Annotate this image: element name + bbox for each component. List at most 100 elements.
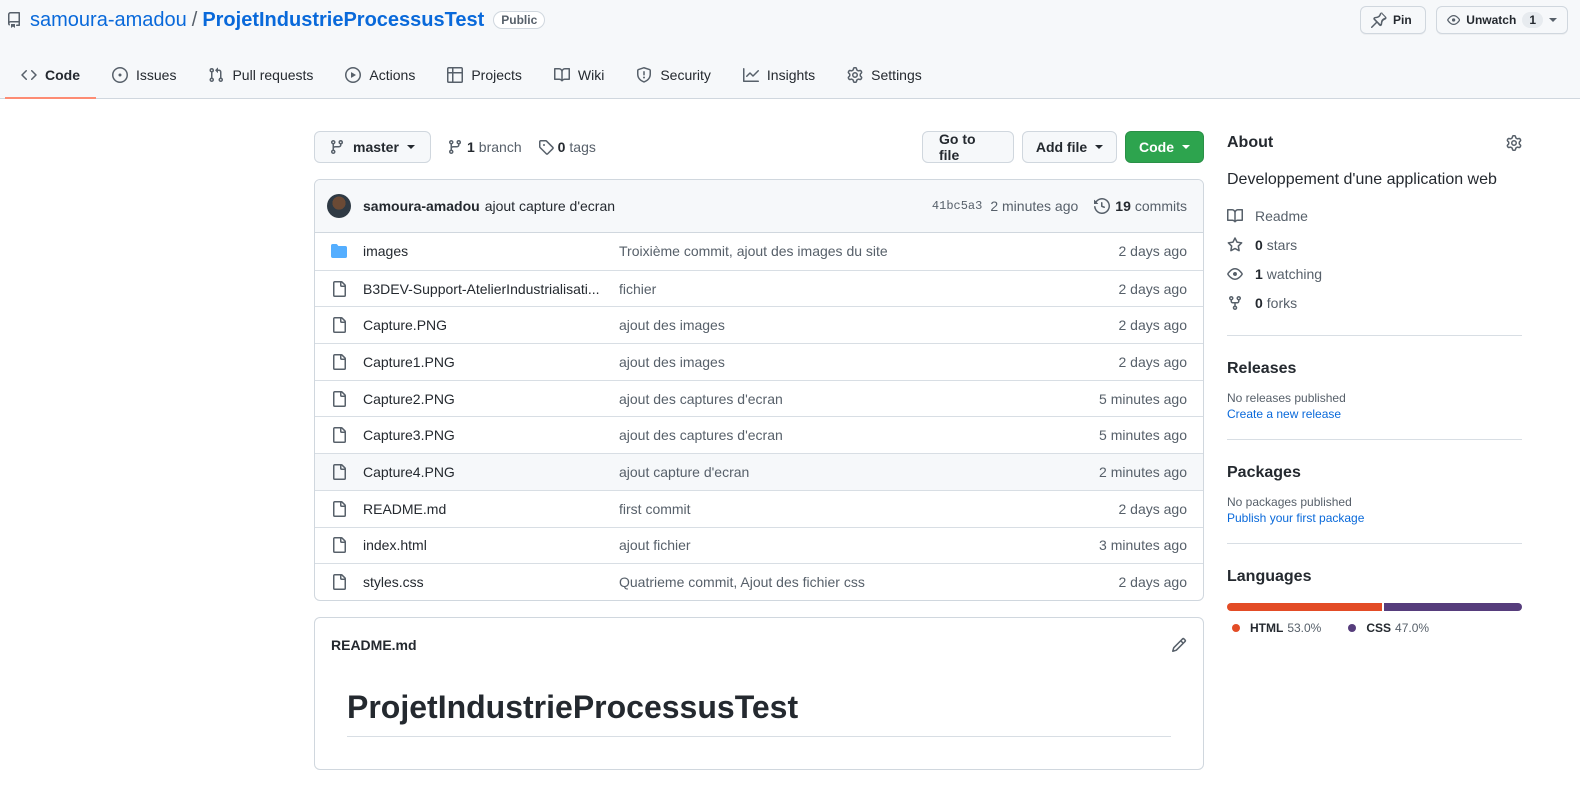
- tab-issues[interactable]: Issues: [96, 50, 192, 99]
- file-row[interactable]: README.md first commit 2 days ago: [315, 489, 1203, 527]
- file-commit-date: 2 days ago: [1118, 243, 1188, 260]
- file-commit-date: 2 days ago: [1118, 353, 1188, 370]
- file-commit-message-link[interactable]: ajout des captures d'ecran: [619, 391, 1099, 407]
- file-name-link[interactable]: Capture2.PNG: [363, 391, 603, 407]
- file-name-link[interactable]: index.html: [363, 537, 603, 553]
- unwatch-button[interactable]: Unwatch 1: [1436, 6, 1568, 34]
- tab-security[interactable]: Security: [620, 50, 727, 99]
- tab-wiki[interactable]: Wiki: [538, 50, 620, 99]
- readme-body: ProjetIndustrieProcessusTest: [315, 672, 1203, 738]
- commits-history-link[interactable]: 19 commits: [1094, 198, 1187, 214]
- readme-link[interactable]: Readme: [1227, 201, 1522, 230]
- file-commit-message-link[interactable]: Troixième commit, ajout des images du si…: [619, 243, 1119, 259]
- file-name-link[interactable]: README.md: [363, 501, 603, 517]
- tab-projects[interactable]: Projects: [431, 50, 538, 99]
- file-row[interactable]: index.html ajout fichier 3 minutes ago: [315, 526, 1203, 564]
- create-release-link[interactable]: Create a new release: [1227, 407, 1522, 421]
- file-commit-message-link[interactable]: ajout des images: [619, 317, 1119, 333]
- language-item-html[interactable]: HTML 53.0%: [1232, 621, 1321, 635]
- file-commit-message-link[interactable]: first commit: [619, 501, 1119, 517]
- file-row[interactable]: B3DEV-Support-AtelierIndustrialisati... f…: [315, 269, 1203, 307]
- readme-filename-link[interactable]: README.md: [331, 637, 417, 653]
- repo-sidebar: About Developpement d'une application we…: [1227, 131, 1522, 635]
- file-name-link[interactable]: Capture4.PNG: [363, 464, 603, 480]
- publish-package-link[interactable]: Publish your first package: [1227, 511, 1522, 525]
- file-name-link[interactable]: Capture1.PNG: [363, 354, 603, 370]
- file-navigation: master 1 branch 0 tags Go to file Add fi…: [314, 131, 1204, 163]
- about-list: Readme 0 stars 1 watching 0 forks: [1227, 201, 1522, 317]
- watchers-link[interactable]: 1 watching: [1227, 259, 1522, 288]
- branch-select-button[interactable]: master: [314, 131, 431, 163]
- about-description: Developpement d'une application web: [1227, 171, 1497, 188]
- file-row[interactable]: styles.css Quatrieme commit, Ajout des fi…: [315, 563, 1203, 600]
- go-to-file-button[interactable]: Go to file: [922, 131, 1014, 163]
- file-icon: [331, 463, 347, 480]
- tab-pull-requests[interactable]: Pull requests: [192, 50, 329, 99]
- file-commit-date: 2 minutes ago: [1099, 463, 1187, 480]
- releases-empty-text: No releases published: [1227, 391, 1346, 405]
- gear-icon: [1506, 135, 1522, 151]
- pin-button[interactable]: Pin: [1360, 6, 1426, 34]
- edit-readme-button[interactable]: [1171, 637, 1187, 653]
- code-button[interactable]: Code: [1125, 131, 1204, 163]
- repo-name-link[interactable]: ProjetIndustrieProcessusTest: [202, 9, 484, 32]
- tab-label: Code: [45, 66, 80, 83]
- file-name-link[interactable]: B3DEV-Support-AtelierIndustrialisati...: [363, 281, 603, 297]
- language-item-css[interactable]: CSS 47.0%: [1348, 621, 1429, 635]
- file-row[interactable]: Capture2.PNG ajout des captures d'ecran 5 …: [315, 379, 1203, 417]
- forks-link[interactable]: 0 forks: [1227, 288, 1522, 317]
- file-row[interactable]: Capture3.PNG ajout des captures d'ecran 5 …: [315, 416, 1203, 453]
- history-icon: [1094, 198, 1111, 214]
- language-bar: [1227, 603, 1522, 611]
- file-name-link[interactable]: images: [363, 243, 603, 259]
- issue-opened-icon: [112, 66, 128, 83]
- eye-icon: [1447, 15, 1461, 25]
- file-row[interactable]: Capture.PNG ajout des images 2 days ago: [315, 306, 1203, 343]
- commit-message-link[interactable]: ajout capture d'ecran: [485, 198, 615, 214]
- file-commit-message-link[interactable]: ajout capture d'ecran: [619, 464, 1099, 480]
- edit-about-button[interactable]: [1506, 135, 1522, 151]
- file-commit-date: 3 minutes ago: [1099, 537, 1187, 554]
- file-commit-date: 5 minutes ago: [1099, 390, 1187, 407]
- file-commit-message-link[interactable]: ajout fichier: [619, 537, 1099, 553]
- commit-time: 2 minutes ago: [990, 198, 1079, 214]
- tab-actions[interactable]: Actions: [329, 50, 431, 99]
- folder-icon: [331, 243, 347, 259]
- file-list: images Troixième commit, ajout des images…: [315, 233, 1203, 600]
- commit-author-link[interactable]: samoura-amadou: [363, 198, 480, 214]
- branch-count-label: branch: [478, 139, 522, 155]
- play-icon: [345, 66, 362, 83]
- visibility-badge: Public: [493, 11, 546, 29]
- file-commit-message-link[interactable]: ajout des captures d'ecran: [619, 427, 1099, 443]
- tags-link[interactable]: 0 tags: [538, 139, 596, 155]
- tab-label: Projects: [471, 66, 522, 83]
- file-name-link[interactable]: Capture.PNG: [363, 317, 603, 333]
- file-commit-message-link[interactable]: fichier: [619, 281, 1119, 297]
- tab-insights[interactable]: Insights: [727, 50, 831, 99]
- tab-label: Insights: [766, 66, 816, 83]
- add-file-button[interactable]: Add file: [1022, 131, 1117, 163]
- branch-count: 1: [467, 139, 475, 155]
- branches-link[interactable]: 1 branch: [447, 139, 522, 155]
- tab-code[interactable]: Code: [5, 50, 96, 99]
- commit-sha-link[interactable]: 41bc5a3: [932, 199, 982, 213]
- file-row[interactable]: Capture1.PNG ajout des images 2 days ago: [315, 343, 1203, 380]
- file-commit-message-link[interactable]: Quatrieme commit, Ajout des fichier css: [619, 574, 1119, 590]
- graph-icon: [742, 67, 759, 82]
- repo-owner-link[interactable]: samoura-amadou: [30, 9, 187, 32]
- stars-label: stars: [1266, 236, 1298, 253]
- releases-title[interactable]: Releases: [1227, 360, 1522, 378]
- language-bar-segment-html[interactable]: [1227, 603, 1383, 611]
- tab-settings[interactable]: Settings: [831, 50, 938, 99]
- file-name-link[interactable]: Capture3.PNG: [363, 427, 603, 443]
- file-commit-message-link[interactable]: ajout des images: [619, 354, 1119, 370]
- packages-title[interactable]: Packages: [1227, 464, 1522, 482]
- repo-icon: [7, 12, 21, 28]
- commits-label: commits: [1134, 198, 1187, 214]
- avatar[interactable]: [327, 194, 351, 218]
- file-name-link[interactable]: styles.css: [363, 574, 603, 590]
- file-row[interactable]: images Troixième commit, ajout des images…: [315, 233, 1203, 270]
- stars-link[interactable]: 0 stars: [1227, 230, 1522, 259]
- file-row[interactable]: Capture4.PNG ajout capture d'ecran 2 minut…: [315, 453, 1203, 490]
- language-bar-segment-css[interactable]: [1384, 603, 1522, 611]
